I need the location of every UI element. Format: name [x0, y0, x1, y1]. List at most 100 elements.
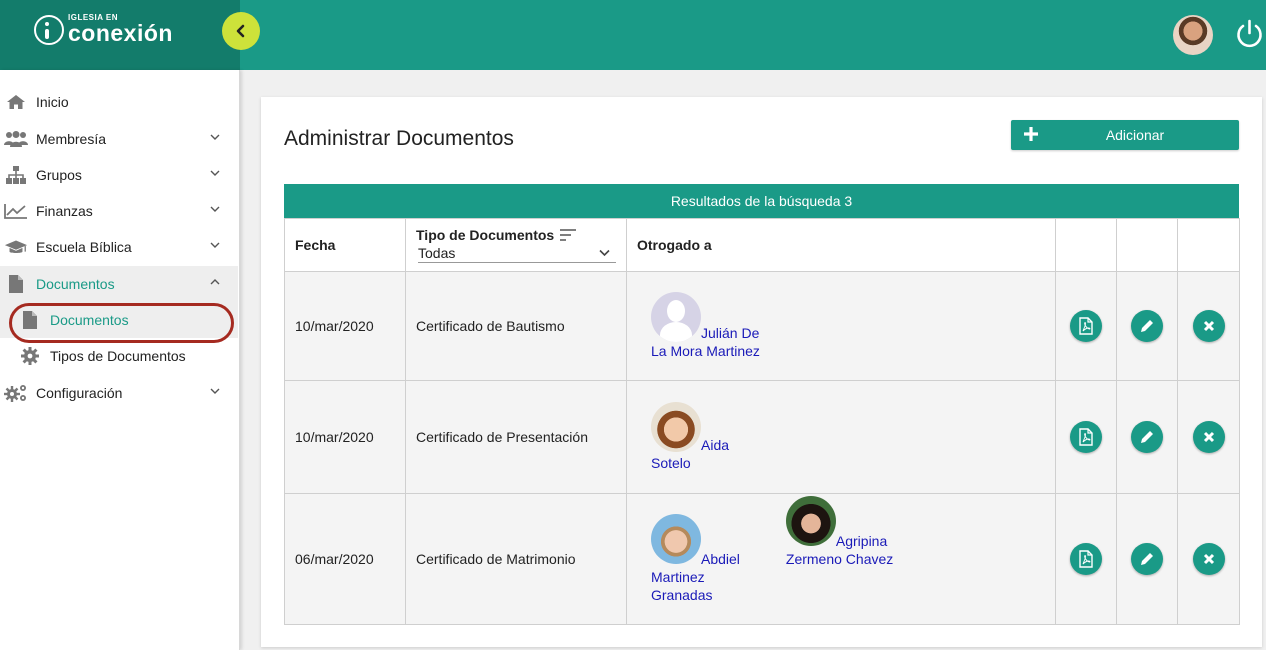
chevron-down-icon — [210, 134, 220, 140]
document-icon — [20, 311, 40, 329]
sidebar-item-documentos[interactable]: Documentos — [0, 266, 238, 302]
sort-icon[interactable] — [560, 229, 577, 241]
person-name-line2[interactable]: Sotelo — [651, 454, 701, 472]
edit-button[interactable] — [1131, 421, 1163, 453]
person-avatar — [651, 402, 701, 452]
cell-edit — [1116, 493, 1178, 625]
cell-edit — [1116, 380, 1178, 494]
line-chart-icon — [4, 201, 28, 221]
delete-button[interactable] — [1192, 421, 1225, 453]
sidebar-item-finanzas[interactable]: Finanzas — [0, 193, 238, 229]
close-icon — [1203, 553, 1214, 565]
cell-delete — [1177, 380, 1240, 494]
cell-pdf — [1055, 493, 1117, 625]
person-avatar — [785, 496, 836, 546]
close-icon — [1203, 431, 1214, 443]
gear-icon — [20, 347, 40, 365]
edit-button[interactable] — [1131, 310, 1163, 342]
cell-fecha: 10/mar/2020 — [284, 271, 406, 381]
add-button-label: Adicionar — [1105, 127, 1165, 143]
cell-edit — [1116, 271, 1178, 381]
delete-button[interactable] — [1192, 310, 1225, 342]
pencil-icon — [1141, 553, 1153, 565]
person-name-line1[interactable]: Abdiel — [701, 550, 740, 568]
sidebar-item-label: Documentos — [36, 276, 115, 292]
sidebar-item-label: Membresía — [36, 131, 107, 147]
chevron-down-icon — [210, 388, 220, 394]
pdf-button[interactable] — [1070, 310, 1102, 342]
person-name-line3[interactable]: Granadas — [651, 586, 782, 604]
users-icon — [4, 129, 28, 149]
logo-mark-icon — [34, 14, 64, 45]
chevron-up-icon — [210, 279, 220, 285]
sidebar-subitem-tipos-de-documentos[interactable]: Tipos de Documentos — [0, 338, 238, 374]
documents-table: Fecha Tipo de Documentos Todas Otrogado … — [284, 218, 1240, 625]
collapse-sidebar-button[interactable] — [222, 12, 260, 50]
sidebar-item-escuela-biblica[interactable]: Escuela Bíblica — [0, 229, 238, 265]
delete-button[interactable] — [1192, 543, 1225, 575]
pdf-button[interactable] — [1070, 421, 1102, 453]
user-avatar[interactable] — [1173, 15, 1213, 55]
sidebar-item-grupos[interactable]: Grupos — [0, 157, 238, 193]
documents-card: Administrar Documentos Adicionar Resulta… — [261, 97, 1262, 647]
pdf-icon — [1079, 428, 1093, 446]
column-header-tipo: Tipo de Documentos Todas — [405, 218, 627, 272]
results-count-bar: Resultados de la búsqueda 3 — [284, 184, 1239, 218]
pencil-icon — [1141, 320, 1153, 332]
close-icon — [1203, 320, 1214, 332]
graduation-cap-icon — [4, 237, 28, 257]
cell-otorgado: Julián De La Mora Martinez — [626, 271, 1056, 381]
column-header-fecha[interactable]: Fecha — [284, 218, 406, 272]
person-link[interactable]: Abdiel Martinez Granadas — [651, 514, 782, 604]
cell-pdf — [1055, 380, 1117, 494]
chevron-down-icon — [210, 242, 220, 248]
app-logo[interactable]: IGLESIA EN conexión — [34, 14, 173, 45]
tipo-filter-select[interactable]: Todas — [418, 243, 616, 263]
column-header-otorgado: Otrogado a — [626, 218, 1056, 272]
sidebar: Inicio Membresía Grupos Finanzas Escuela… — [0, 70, 240, 650]
table-row: 10/mar/2020 Certificado de Bautismo Juli… — [284, 271, 1240, 381]
pdf-icon — [1079, 550, 1093, 568]
pdf-button[interactable] — [1070, 543, 1102, 575]
sidebar-item-inicio[interactable]: Inicio — [0, 84, 238, 120]
person-name-line2[interactable]: La Mora Martinez — [651, 342, 760, 360]
person-link[interactable]: Julián De La Mora Martinez — [651, 292, 760, 360]
sidebar-item-label: Escuela Bíblica — [36, 239, 132, 255]
pdf-icon — [1079, 317, 1093, 335]
person-name-line1[interactable]: Agripina — [836, 532, 887, 550]
person-name-line1[interactable]: Aida — [701, 436, 729, 454]
person-link[interactable]: Aida Sotelo — [651, 402, 729, 472]
cell-tipo: Certificado de Matrimonio — [405, 493, 627, 625]
cell-otorgado: Abdiel Martinez Granadas Agripina Zermen… — [626, 493, 1056, 625]
person-name-line2[interactable]: Martinez — [651, 568, 782, 586]
person-link[interactable]: Agripina Zermeno Chavez — [785, 496, 893, 568]
chevron-down-icon — [599, 249, 610, 257]
person-name-line2[interactable]: Zermeno Chavez — [786, 550, 893, 568]
sidebar-subitem-label: Documentos — [50, 312, 129, 328]
cell-otorgado: Aida Sotelo — [626, 380, 1056, 494]
sidebar-subitem-documentos[interactable]: Documentos — [0, 302, 238, 338]
sidebar-item-label: Inicio — [36, 94, 69, 110]
sidebar-item-membresia[interactable]: Membresía — [0, 121, 238, 157]
sidebar-item-configuracion[interactable]: Configuración — [0, 375, 238, 411]
sidebar-item-label: Finanzas — [36, 203, 93, 219]
add-button[interactable]: Adicionar — [1011, 120, 1239, 150]
chevron-down-icon — [210, 170, 220, 176]
power-icon[interactable] — [1233, 17, 1266, 50]
person-name-line1[interactable]: Julián De — [701, 324, 759, 342]
brand-area: IGLESIA EN conexión — [0, 0, 240, 70]
sidebar-subitem-label: Tipos de Documentos — [50, 348, 186, 364]
logo-big-text: conexión — [68, 20, 173, 46]
sidebar-item-label: Configuración — [36, 385, 123, 401]
page-title: Administrar Documentos — [284, 127, 514, 150]
document-icon — [4, 274, 28, 294]
pencil-icon — [1141, 431, 1153, 443]
column-header-delete — [1177, 218, 1240, 272]
top-bar: IGLESIA EN conexión — [0, 0, 1266, 70]
cell-pdf — [1055, 271, 1117, 381]
column-header-tipo-label[interactable]: Tipo de Documentos — [416, 227, 554, 243]
column-header-pdf — [1055, 218, 1117, 272]
chevron-left-icon — [236, 24, 245, 38]
edit-button[interactable] — [1131, 543, 1163, 575]
table-header-row: Fecha Tipo de Documentos Todas Otrogado … — [284, 218, 1240, 272]
